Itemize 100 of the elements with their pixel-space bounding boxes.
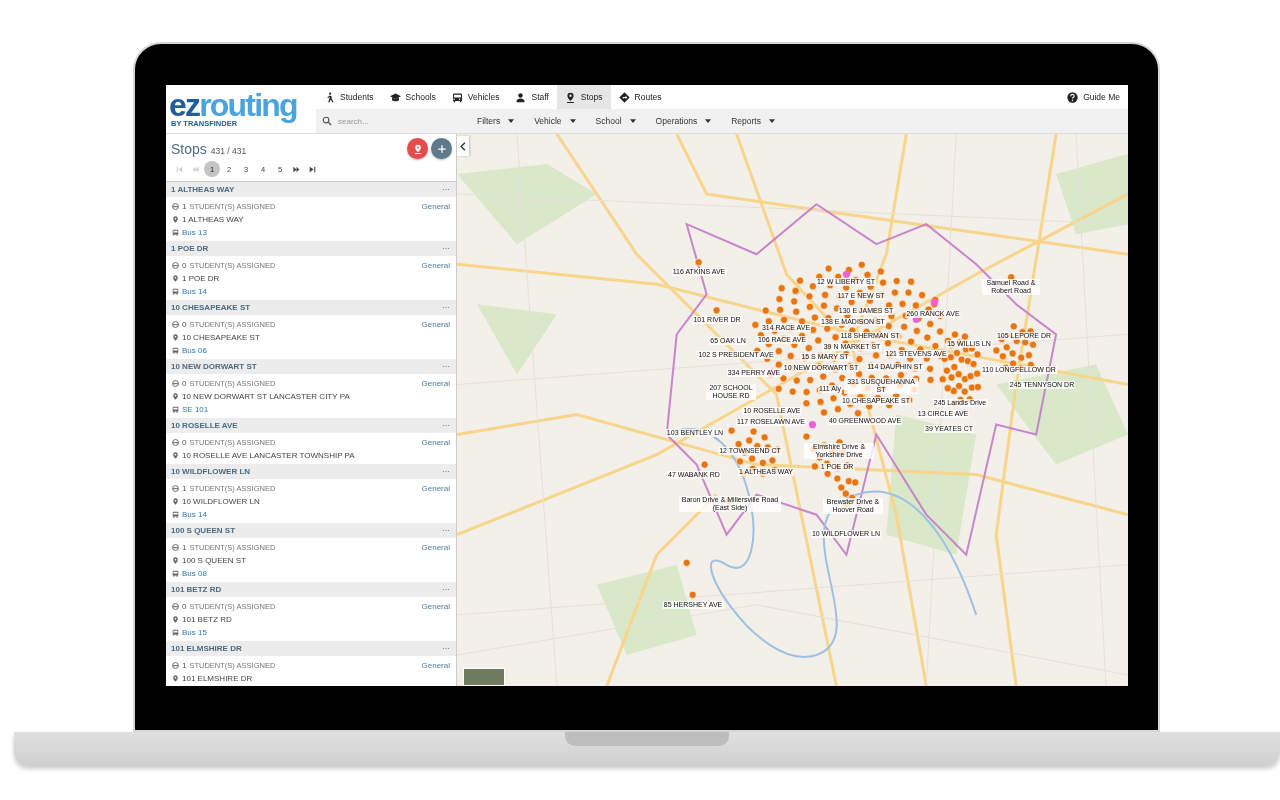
stop-address: 1 ALTHEAS WAY <box>182 215 244 224</box>
stop-type-link[interactable]: General <box>421 484 450 493</box>
map-pin-icon <box>172 275 179 282</box>
student-icon <box>172 544 179 551</box>
nav-tab[interactable]: Stops <box>556 85 611 109</box>
chevron-left-icon <box>460 141 466 151</box>
student-icon <box>172 603 179 610</box>
graduation-cap-icon <box>389 91 401 103</box>
walking-person-icon <box>324 91 335 103</box>
stop-name: 1 ALTHEAS WAY <box>171 185 236 194</box>
bus-link[interactable]: Bus 08 <box>182 569 207 578</box>
bus-link[interactable]: Bus 14 <box>182 287 207 296</box>
stop-address: 100 S QUEEN ST <box>182 556 247 565</box>
more-options-button[interactable]: ··· <box>442 185 450 194</box>
more-options-button[interactable]: ··· <box>442 362 450 371</box>
map-pin-icon <box>172 675 179 682</box>
stop-header[interactable]: 10 CHESAPEAKE ST ··· <box>166 300 456 315</box>
caret-icon <box>705 119 712 123</box>
student-icon <box>172 485 179 492</box>
panel-title: Stops <box>171 140 207 157</box>
stop-header[interactable]: 10 ROSELLE AVE ··· <box>166 418 456 433</box>
bus-link[interactable]: SE 101 <box>182 405 209 414</box>
search-field[interactable]: search... <box>336 115 450 127</box>
nav-tab[interactable]: Students <box>316 85 382 109</box>
student-icon <box>172 439 179 446</box>
nav-tab[interactable]: Schools <box>381 85 444 109</box>
stop-name: 101 ELMSHIRE DR <box>171 644 243 653</box>
stop-address: 10 NEW DORWART ST LANCASTER CITY PA <box>182 392 350 401</box>
bus-link[interactable]: Bus 06 <box>182 346 207 355</box>
stop-name: 10 CHESAPEAKE ST <box>171 303 252 312</box>
stop-type-link[interactable]: General <box>421 602 450 611</box>
student-icon <box>172 203 179 210</box>
stop-type-link[interactable]: General <box>421 320 450 329</box>
menu-dropdown[interactable]: Reports <box>724 116 783 126</box>
stop-header[interactable]: 100 S QUEEN ST ··· <box>166 523 456 538</box>
student-icon <box>172 380 179 387</box>
guide-me-button[interactable]: Guide Me <box>1059 85 1128 109</box>
stop-address: 10 CHESAPEAKE ST <box>182 333 260 342</box>
more-options-button[interactable]: ··· <box>442 526 450 535</box>
nav-tab[interactable]: Staff <box>507 85 557 109</box>
map-pin-icon <box>172 557 179 564</box>
stop-name: 100 S QUEEN ST <box>171 526 237 535</box>
stop-address: 1 POE DR <box>182 274 220 283</box>
student-count: 1 <box>182 202 187 211</box>
menu-dropdown[interactable]: School <box>588 116 644 126</box>
stop-header[interactable]: 1 POE DR ··· <box>166 241 456 256</box>
bus-icon <box>451 91 463 103</box>
bus-link[interactable]: Bus 13 <box>182 228 207 237</box>
more-options-button[interactable]: ··· <box>442 421 450 430</box>
bus-link[interactable]: Bus 14 <box>182 510 207 519</box>
menu-dropdown[interactable]: Vehicle <box>527 116 584 126</box>
stop-address: 101 ELMSHIRE DR <box>182 674 253 683</box>
map-pin-icon <box>172 616 179 623</box>
locate-stop-button[interactable] <box>407 138 428 159</box>
stop-header[interactable]: 10 NEW DORWART ST ··· <box>166 359 456 374</box>
stop-address: 10 ROSELLE AVE LANCASTER TOWNSHIP PA <box>182 451 355 460</box>
stop-header[interactable]: 1 ALTHEAS WAY ··· <box>166 182 456 197</box>
student-icon <box>172 262 179 269</box>
stop-type-link[interactable]: General <box>421 261 450 270</box>
caret-icon <box>569 119 576 123</box>
student-count: 0 <box>182 379 187 388</box>
more-options-button[interactable]: ··· <box>442 585 450 594</box>
stop-type-link[interactable]: General <box>421 379 450 388</box>
search-icon <box>322 116 332 126</box>
caret-icon <box>629 119 636 123</box>
nav-tab[interactable]: Vehicles <box>443 85 508 109</box>
stop-name: 10 NEW DORWART ST <box>171 362 258 371</box>
stop-address: 101 BETZ RD <box>182 615 232 624</box>
plus-icon <box>436 143 447 154</box>
stop-name: 101 BETZ RD <box>171 585 223 594</box>
bus-icon <box>172 511 179 518</box>
add-stop-button[interactable] <box>431 138 452 159</box>
bus-link[interactable]: Bus 15 <box>182 628 207 637</box>
stop-type-link[interactable]: General <box>421 438 450 447</box>
student-count: 1 <box>182 484 187 493</box>
stop-type-link[interactable]: General <box>421 543 450 552</box>
help-icon <box>1067 91 1079 103</box>
stop-header[interactable]: 10 WILDFLOWER LN ··· <box>166 464 456 479</box>
more-options-button[interactable]: ··· <box>442 244 450 253</box>
stop-type-link[interactable]: General <box>421 661 450 670</box>
stop-header[interactable]: 101 ELMSHIRE DR ··· <box>166 641 456 656</box>
stop-type-link[interactable]: General <box>421 202 450 211</box>
menu-dropdown[interactable]: Filters <box>470 116 523 126</box>
satellite-layer-thumbnail[interactable] <box>463 668 505 686</box>
map-pin-icon <box>172 498 179 505</box>
student-count: 1 <box>182 661 187 670</box>
map-pin-icon <box>412 143 423 154</box>
more-options-button[interactable]: ··· <box>442 467 450 476</box>
nav-tab[interactable]: Routes <box>610 85 670 109</box>
bus-icon <box>172 406 179 413</box>
stop-count: 431 / 431 <box>210 145 247 156</box>
collapse-panel-button[interactable] <box>457 136 469 156</box>
stop-name: 10 ROSELLE AVE <box>171 421 239 430</box>
person-icon <box>515 91 527 103</box>
stop-name: 10 WILDFLOWER LN <box>171 467 252 476</box>
more-options-button[interactable]: ··· <box>442 303 450 312</box>
more-options-button[interactable]: ··· <box>442 644 450 653</box>
stop-header[interactable]: 101 BETZ RD ··· <box>166 582 456 597</box>
menu-dropdown[interactable]: Operations <box>648 116 720 126</box>
student-icon <box>172 321 179 328</box>
